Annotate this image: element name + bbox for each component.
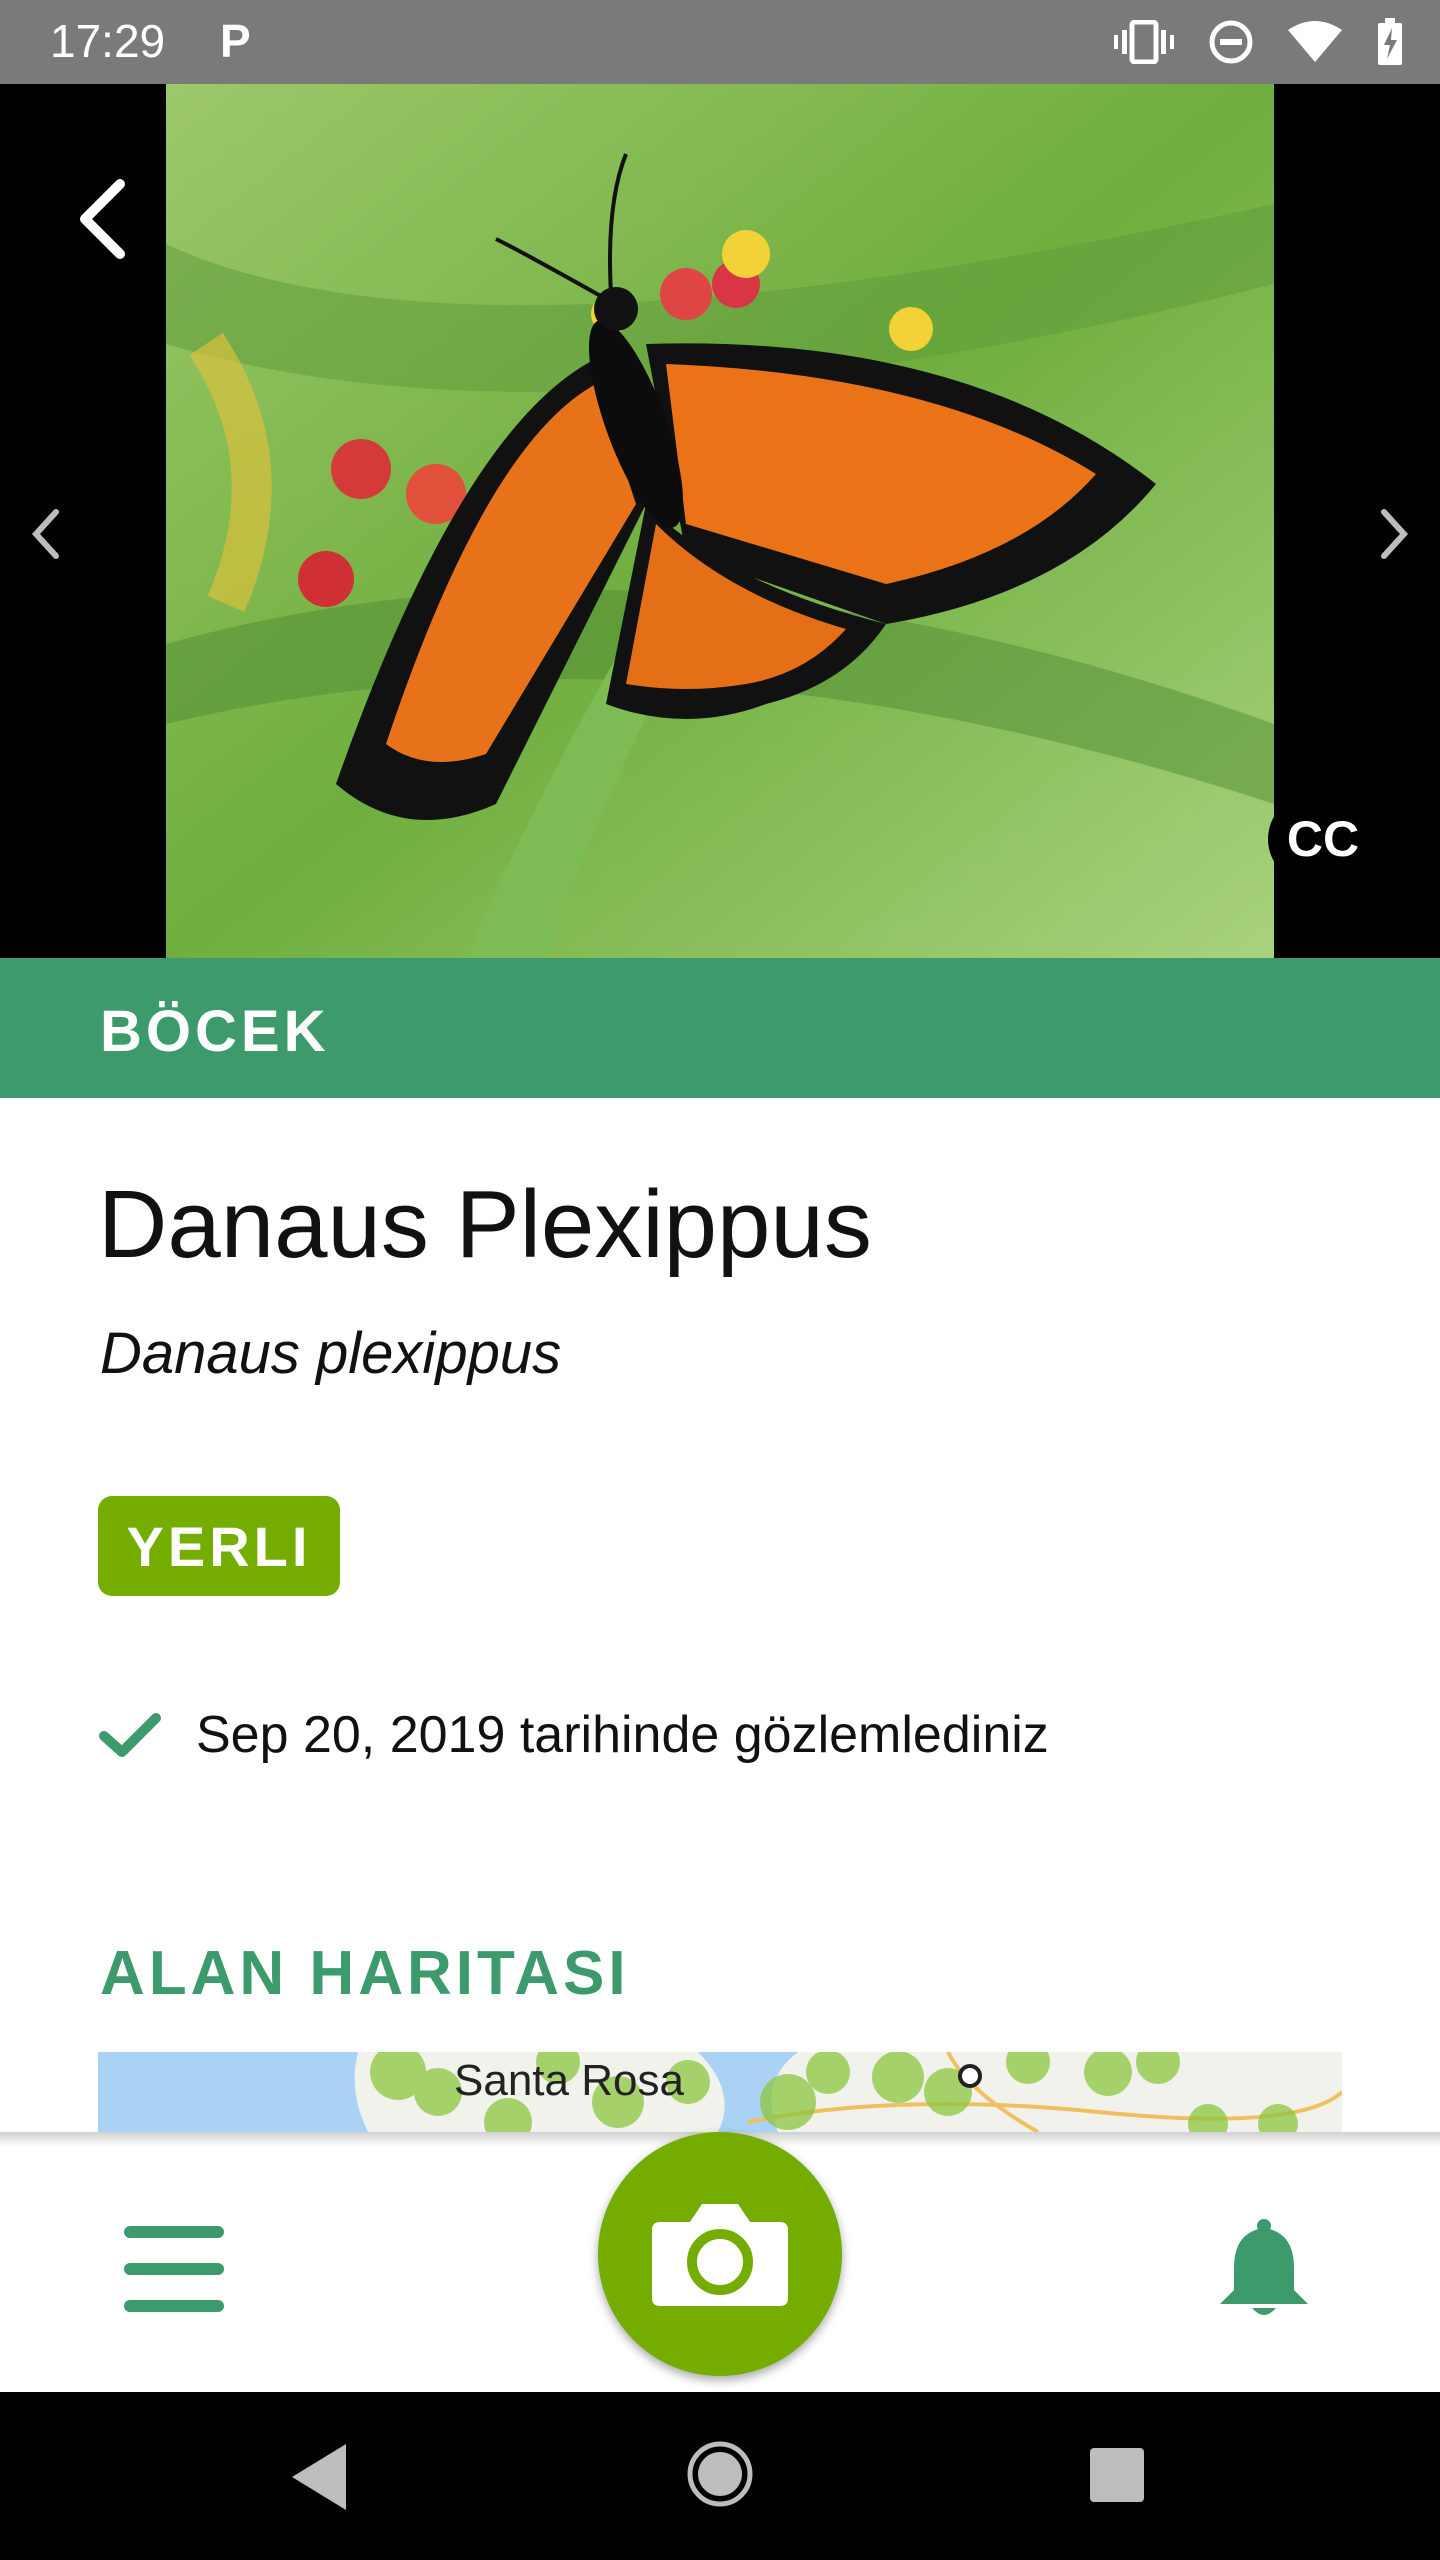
common-name: Danaus Plexippus	[98, 1171, 872, 1278]
camera-button[interactable]	[598, 2132, 842, 2376]
observed-date-text: Sep 20, 2019 tarihinde gözlemlediniz	[196, 1706, 1049, 1764]
back-arrow-icon[interactable]	[70, 174, 140, 264]
range-map[interactable]: Santa Rosa	[98, 2052, 1342, 2132]
status-icons	[1114, 16, 1404, 68]
species-photo	[166, 84, 1274, 958]
scientific-name: Danaus plexippus	[100, 1321, 562, 1386]
system-home-icon[interactable]	[686, 2440, 754, 2508]
chevron-right-icon[interactable]	[1374, 504, 1414, 564]
chevron-left-icon[interactable]	[26, 504, 66, 564]
category-label: BÖCEK	[100, 999, 330, 1064]
observed-row: Sep 20, 2019 tarihinde gözlemlediniz	[98, 1700, 1049, 1770]
battery-charging-icon	[1378, 18, 1402, 65]
bell-icon[interactable]	[1212, 2218, 1316, 2322]
do-not-disturb-icon	[1209, 20, 1253, 64]
hamburger-menu-icon[interactable]	[124, 2226, 224, 2312]
system-back-icon[interactable]	[286, 2440, 352, 2514]
vibrate-icon	[1114, 20, 1174, 64]
camera-icon	[652, 2204, 788, 2306]
species-photo-carousel[interactable]: CC	[0, 84, 1440, 958]
range-map-title: ALAN HARITASI	[100, 1939, 630, 2008]
system-navigation-bar	[0, 2392, 1440, 2560]
status-time: 17:29	[50, 15, 166, 67]
license-badge[interactable]: CC	[1268, 794, 1378, 884]
native-status-badge: YERLI	[98, 1496, 340, 1596]
notification-p-icon: P	[220, 15, 251, 67]
map-place-label: Santa Rosa	[454, 2056, 684, 2105]
status-bar: 17:29 P	[0, 0, 1440, 84]
category-banner: BÖCEK	[0, 958, 1440, 1098]
system-recents-icon[interactable]	[1090, 2448, 1144, 2502]
checkmark-icon	[99, 1713, 161, 1757]
wifi-icon	[1288, 21, 1342, 62]
bottom-nav	[0, 2132, 1440, 2392]
